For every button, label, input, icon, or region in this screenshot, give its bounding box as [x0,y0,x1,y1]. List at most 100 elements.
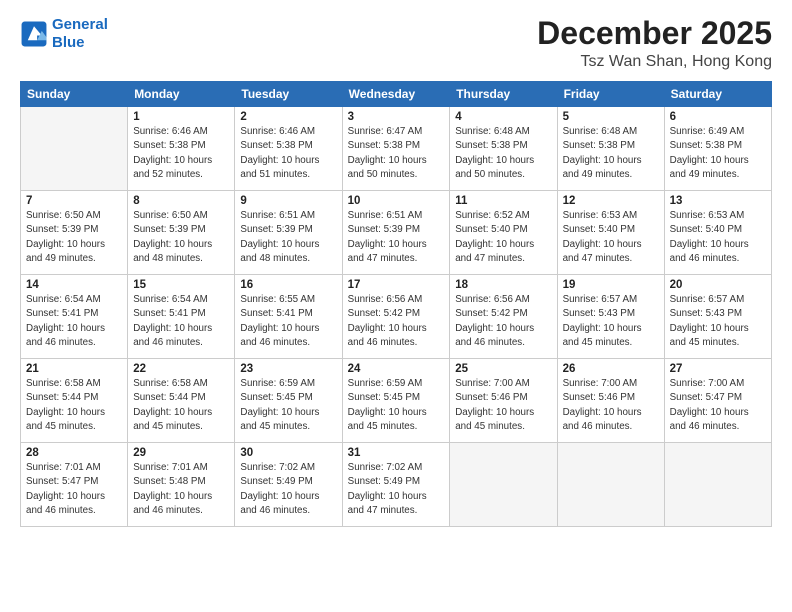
day-number: 24 [348,363,445,375]
day-number: 5 [563,111,659,123]
calendar-cell: 21 Sunrise: 6:58 AMSunset: 5:44 PMDayligh… [21,359,128,443]
day-info: Sunrise: 6:57 AMSunset: 5:43 PMDaylight:… [563,293,659,350]
day-number: 12 [563,195,659,207]
header: General Blue December 2025 Tsz Wan Shan,… [20,16,772,71]
calendar-header-friday: Friday [557,82,664,107]
day-number: 4 [455,111,551,123]
day-number: 30 [240,447,336,459]
day-info: Sunrise: 6:55 AMSunset: 5:41 PMDaylight:… [240,293,336,350]
day-info: Sunrise: 6:59 AMSunset: 5:45 PMDaylight:… [348,377,445,434]
day-number: 3 [348,111,445,123]
day-info: Sunrise: 6:53 AMSunset: 5:40 PMDaylight:… [670,209,766,266]
calendar-cell: 18Sunrise: 6:56 AMSunset: 5:42 PMDayligh… [450,275,557,359]
calendar-cell: 2 Sunrise: 6:46 AMSunset: 5:38 PMDaylight… [235,107,342,191]
day-info: Sunrise: 6:54 AMSunset: 5:41 PMDaylight:… [133,293,229,350]
calendar-cell: 4 Sunrise: 6:48 AMSunset: 5:38 PMDaylight… [450,107,557,191]
day-number: 26 [563,363,659,375]
calendar-cell: 6 Sunrise: 6:49 AMSunset: 5:38 PMDaylight… [664,107,771,191]
calendar-header-wednesday: Wednesday [342,82,450,107]
day-info: Sunrise: 6:59 AMSunset: 5:45 PMDaylight:… [240,377,336,434]
day-number: 15 [133,279,229,291]
day-number: 10 [348,195,445,207]
calendar-cell: 24 Sunrise: 6:59 AMSunset: 5:45 PMDayligh… [342,359,450,443]
day-info: Sunrise: 7:02 AMSunset: 5:49 PMDaylight:… [240,461,336,518]
day-number: 31 [348,447,445,459]
day-info: Sunrise: 6:47 AMSunset: 5:38 PMDaylight:… [348,125,445,182]
calendar-cell: 8 Sunrise: 6:50 AMSunset: 5:39 PMDaylight… [128,191,235,275]
day-info: Sunrise: 7:00 AMSunset: 5:46 PMDaylight:… [563,377,659,434]
day-info: Sunrise: 7:02 AMSunset: 5:49 PMDaylight:… [348,461,445,518]
logo: General Blue [20,16,108,52]
day-info: Sunrise: 6:56 AMSunset: 5:42 PMDaylight:… [348,293,445,350]
day-number: 14 [26,279,122,291]
calendar-cell: 10 Sunrise: 6:51 AMSunset: 5:39 PMDayligh… [342,191,450,275]
calendar-cell: 5 Sunrise: 6:48 AMSunset: 5:38 PMDaylight… [557,107,664,191]
day-info: Sunrise: 6:48 AMSunset: 5:38 PMDaylight:… [563,125,659,182]
calendar-cell: 1 Sunrise: 6:46 AMSunset: 5:38 PMDaylight… [128,107,235,191]
calendar-week-3: 14 Sunrise: 6:54 AMSunset: 5:41 PMDayligh… [21,275,772,359]
day-info: Sunrise: 6:48 AMSunset: 5:38 PMDaylight:… [455,125,551,182]
day-number: 6 [670,111,766,123]
calendar-cell: 3 Sunrise: 6:47 AMSunset: 5:38 PMDaylight… [342,107,450,191]
calendar-cell: 28Sunrise: 7:01 AMSunset: 5:47 PMDayligh… [21,443,128,527]
day-info: Sunrise: 6:50 AMSunset: 5:39 PMDaylight:… [26,209,122,266]
day-info: Sunrise: 6:46 AMSunset: 5:38 PMDaylight:… [133,125,229,182]
calendar-cell: 9Sunrise: 6:51 AMSunset: 5:39 PMDaylight… [235,191,342,275]
day-info: Sunrise: 6:46 AMSunset: 5:38 PMDaylight:… [240,125,336,182]
day-info: Sunrise: 6:49 AMSunset: 5:38 PMDaylight:… [670,125,766,182]
calendar-cell: 23Sunrise: 6:59 AMSunset: 5:45 PMDayligh… [235,359,342,443]
day-info: Sunrise: 6:54 AMSunset: 5:41 PMDaylight:… [26,293,122,350]
title-area: December 2025 Tsz Wan Shan, Hong Kong [537,16,772,71]
calendar-cell: 19 Sunrise: 6:57 AMSunset: 5:43 PMDayligh… [557,275,664,359]
calendar-cell: 29 Sunrise: 7:01 AMSunset: 5:48 PMDayligh… [128,443,235,527]
day-number: 27 [670,363,766,375]
day-info: Sunrise: 7:00 AMSunset: 5:46 PMDaylight:… [455,377,551,434]
location-title: Tsz Wan Shan, Hong Kong [537,53,772,71]
logo-icon [20,20,48,48]
day-info: Sunrise: 7:00 AMSunset: 5:47 PMDaylight:… [670,377,766,434]
day-info: Sunrise: 6:51 AMSunset: 5:39 PMDaylight:… [240,209,336,266]
calendar-cell: 15 Sunrise: 6:54 AMSunset: 5:41 PMDayligh… [128,275,235,359]
day-info: Sunrise: 7:01 AMSunset: 5:47 PMDaylight:… [26,461,122,518]
day-number: 8 [133,195,229,207]
day-info: Sunrise: 6:58 AMSunset: 5:44 PMDaylight:… [26,377,122,434]
calendar-cell: 31 Sunrise: 7:02 AMSunset: 5:49 PMDayligh… [342,443,450,527]
day-number: 16 [240,279,336,291]
calendar-cell: 14 Sunrise: 6:54 AMSunset: 5:41 PMDayligh… [21,275,128,359]
day-info: Sunrise: 7:01 AMSunset: 5:48 PMDaylight:… [133,461,229,518]
calendar-cell: 30 Sunrise: 7:02 AMSunset: 5:49 PMDayligh… [235,443,342,527]
page: General Blue December 2025 Tsz Wan Shan,… [0,0,792,612]
day-info: Sunrise: 6:50 AMSunset: 5:39 PMDaylight:… [133,209,229,266]
calendar-cell: 12Sunrise: 6:53 AMSunset: 5:40 PMDayligh… [557,191,664,275]
calendar-header-thursday: Thursday [450,82,557,107]
day-number: 13 [670,195,766,207]
calendar-cell: 26 Sunrise: 7:00 AMSunset: 5:46 PMDayligh… [557,359,664,443]
calendar-header-tuesday: Tuesday [235,82,342,107]
day-number: 25 [455,363,551,375]
day-number: 19 [563,279,659,291]
day-number: 20 [670,279,766,291]
calendar-week-1: 1 Sunrise: 6:46 AMSunset: 5:38 PMDaylight… [21,107,772,191]
day-number: 2 [240,111,336,123]
month-title: December 2025 [537,16,772,51]
day-number: 17 [348,279,445,291]
calendar-cell [664,443,771,527]
calendar-cell: 11 Sunrise: 6:52 AMSunset: 5:40 PMDayligh… [450,191,557,275]
calendar-header-row: SundayMondayTuesdayWednesdayThursdayFrid… [21,82,772,107]
calendar-cell: 13 Sunrise: 6:53 AMSunset: 5:40 PMDayligh… [664,191,771,275]
day-number: 21 [26,363,122,375]
day-info: Sunrise: 6:57 AMSunset: 5:43 PMDaylight:… [670,293,766,350]
day-info: Sunrise: 6:56 AMSunset: 5:42 PMDaylight:… [455,293,551,350]
day-number: 1 [133,111,229,123]
day-info: Sunrise: 6:52 AMSunset: 5:40 PMDaylight:… [455,209,551,266]
calendar: SundayMondayTuesdayWednesdayThursdayFrid… [20,81,772,527]
calendar-header-saturday: Saturday [664,82,771,107]
calendar-cell: 7Sunrise: 6:50 AMSunset: 5:39 PMDaylight… [21,191,128,275]
logo-text: General Blue [52,16,108,52]
day-number: 22 [133,363,229,375]
day-info: Sunrise: 6:51 AMSunset: 5:39 PMDaylight:… [348,209,445,266]
calendar-week-2: 7Sunrise: 6:50 AMSunset: 5:39 PMDaylight… [21,191,772,275]
day-number: 29 [133,447,229,459]
day-number: 11 [455,195,551,207]
calendar-week-4: 21 Sunrise: 6:58 AMSunset: 5:44 PMDayligh… [21,359,772,443]
